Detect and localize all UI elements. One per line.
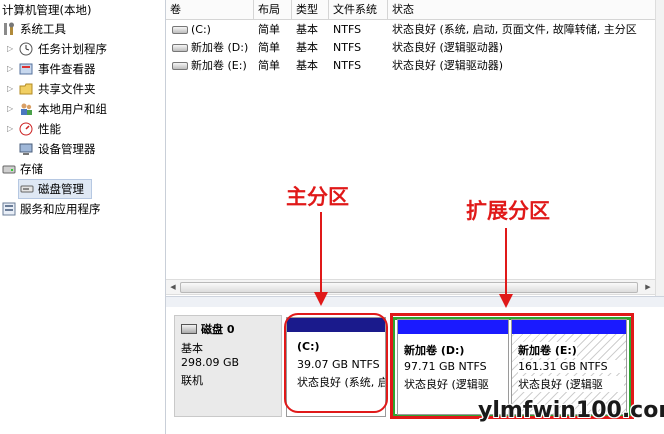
watermark: ylmfwin100.com	[478, 398, 664, 423]
annotation-arrows	[314, 212, 513, 308]
arrow-icon	[499, 228, 513, 308]
arrow-icon	[314, 212, 328, 306]
